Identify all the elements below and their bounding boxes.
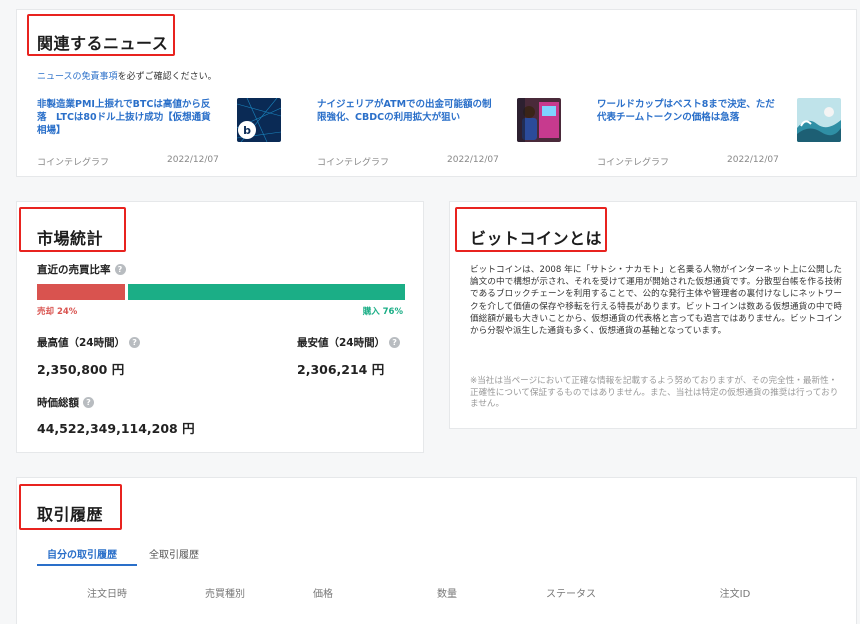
column-header-amount[interactable]: 数量 <box>397 585 497 600</box>
news-source: コインテレグラフ <box>597 158 670 168</box>
news-item-title[interactable]: ナイジェリアがATMでの出金可能額の制限強化、CBDCの利用拡大が狙い <box>317 98 497 124</box>
news-thumbnail-wave[interactable] <box>797 98 841 142</box>
tab-my-trades[interactable]: 自分の取引履歴 <box>47 546 117 561</box>
active-tab-indicator <box>37 564 137 566</box>
news-date: 2022/12/07 <box>447 155 499 165</box>
highlight-box <box>19 484 122 530</box>
help-icon[interactable]: ? <box>83 397 94 408</box>
sell-ratio-fill <box>37 284 125 300</box>
svg-text:b: b <box>243 124 251 137</box>
low-24h-value: 2,306,214 円 <box>297 362 385 377</box>
highlight-box <box>455 207 607 252</box>
news-item[interactable]: ナイジェリアがATMでの出金可能額の制限強化、CBDCの利用拡大が狙い コインテ… <box>317 98 567 168</box>
news-disclaimer-link[interactable]: ニュースの免責事項 <box>37 72 118 82</box>
column-header-order-time[interactable]: 注文日時 <box>57 585 157 600</box>
bitcoin-disclaimer: ※当社は当ページにおいて正確な情報を記載するよう努めておりますが、その完全性・最… <box>470 376 839 409</box>
sell-ratio-label: 売却 24% <box>37 307 78 317</box>
news-date: 2022/12/07 <box>727 155 779 165</box>
high-24h-value: 2,350,800 円 <box>37 362 125 377</box>
help-icon[interactable]: ? <box>129 337 141 348</box>
help-icon[interactable]: ? <box>114 264 126 275</box>
highlight-box <box>19 207 126 252</box>
column-header-price[interactable]: 価格 <box>273 585 373 600</box>
news-thumbnail-atm[interactable] <box>517 98 561 142</box>
news-item[interactable]: ワールドカップはベスト8まで決定、ただ代表チームトークンの価格は急落 コインテレ… <box>597 98 847 168</box>
trade-ratio-label: 直近の売買比率? <box>37 262 126 277</box>
column-header-order-id[interactable]: 注文ID <box>685 585 785 600</box>
help-icon[interactable]: ? <box>389 337 401 348</box>
column-header-status[interactable]: ステータス <box>521 585 621 600</box>
buy-ratio-label: 購入 76% <box>362 307 403 317</box>
tab-all-trades[interactable]: 全取引履歴 <box>149 546 199 561</box>
news-source: コインテレグラフ <box>37 158 110 168</box>
market-cap-value: 44,522,349,114,208 円 <box>37 421 195 436</box>
column-header-side[interactable]: 売買種別 <box>175 585 275 600</box>
trade-history-section: 取引履歴 自分の取引履歴 全取引履歴 注文日時 売買種別 価格 数量 ステータス… <box>16 477 857 624</box>
low-24h-label: 最安値（24時間）? <box>297 335 401 350</box>
buy-ratio-fill <box>127 284 405 300</box>
news-date: 2022/12/07 <box>167 155 219 165</box>
news-item[interactable]: 非製造業PMI上振れでBTCは高値から反落 LTCは80ドル上抜け成功【仮想通貨… <box>37 98 287 168</box>
news-thumbnail-bitbank[interactable]: b <box>237 98 281 142</box>
news-item-title[interactable]: ワールドカップはベスト8まで決定、ただ代表チームトークンの価格は急落 <box>597 98 777 124</box>
market-cap-label: 時価総額? <box>37 395 94 410</box>
highlight-box <box>27 14 175 56</box>
news-source: コインテレグラフ <box>317 158 390 168</box>
news-disclaimer: ニュースの免責事項を必ずご確認ください。 <box>37 72 217 82</box>
news-item-title[interactable]: 非製造業PMI上振れでBTCは高値から反落 LTCは80ドル上抜け成功【仮想通貨… <box>37 98 217 137</box>
bitcoin-description: ビットコインは、2008 年に「サトシ・ナカモト」と名乗る人物がインターネット上… <box>470 265 842 337</box>
high-24h-label: 最高値（24時間）? <box>37 335 141 350</box>
trade-ratio-bar <box>37 284 405 300</box>
